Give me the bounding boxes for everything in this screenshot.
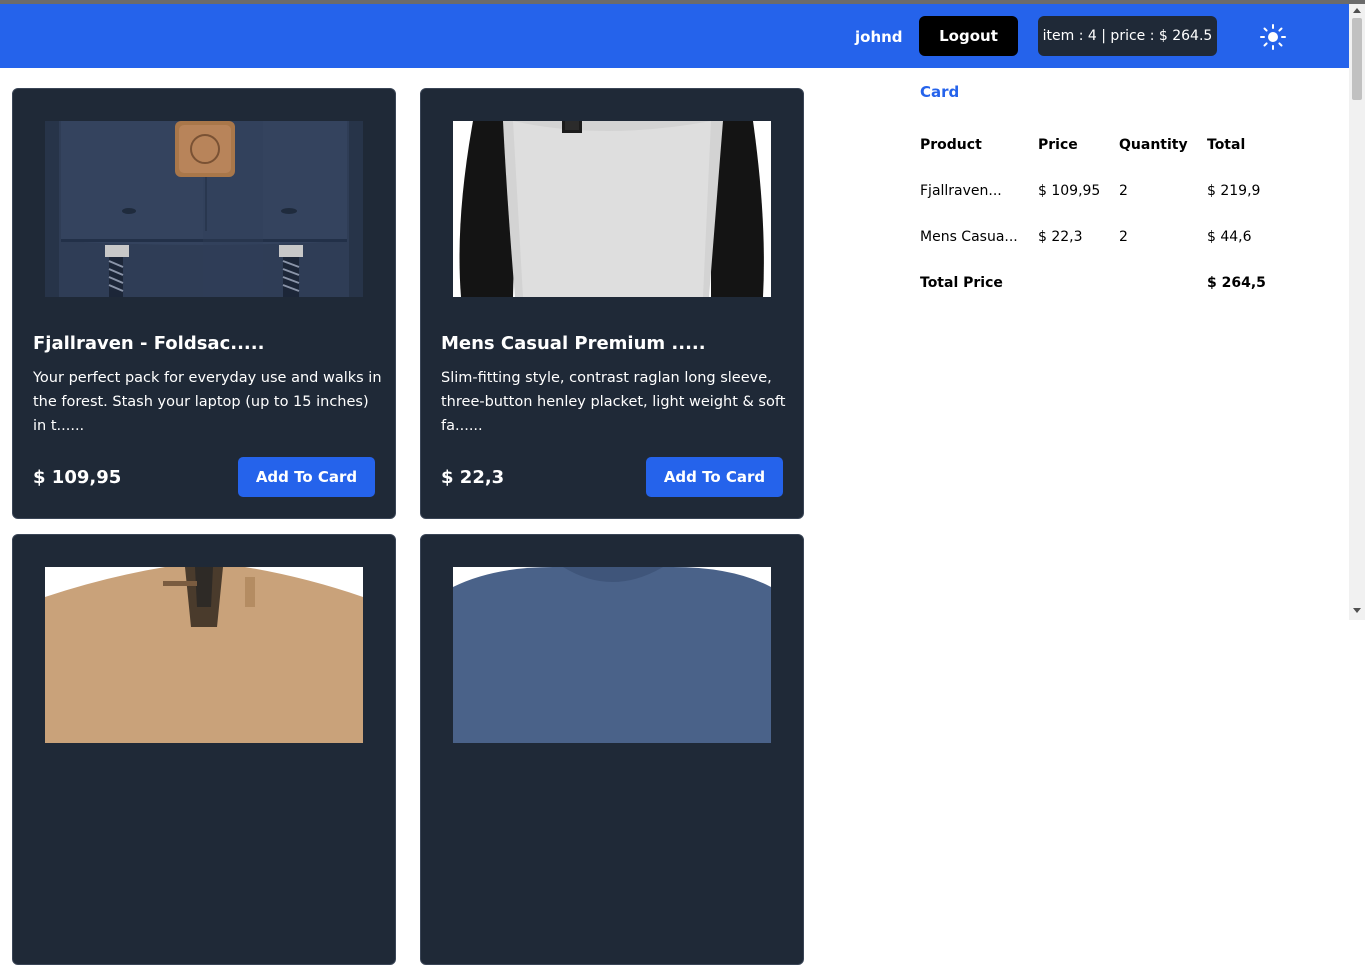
product-card: Mens Casual Premium ..... Slim-fitting s… [420,88,804,519]
total-price-value: $ 264,5 [1207,275,1266,291]
product-description: Your perfect pack for everyday use and w… [33,370,382,434]
column-header: Product [920,137,982,153]
jacket-image [45,567,363,743]
cart-title: Card [920,83,960,101]
scroll-down-icon[interactable] [1353,608,1361,613]
cell-price: $ 22,3 [1038,229,1083,245]
product-title: Fjallraven - Foldsac..... [33,333,265,354]
page-scrollbar[interactable] [1349,4,1365,620]
cell-product: Fjallraven... [920,183,1002,199]
product-title: Mens Casual Premium ..... [441,333,706,354]
tshirt-image [453,121,771,297]
cell-price: $ 109,95 [1038,183,1101,199]
logout-button[interactable]: Logout [919,16,1018,56]
product-card [420,534,804,965]
scroll-thumb[interactable] [1352,18,1362,100]
cart-total-row: Total Price $ 264,5 [920,275,1320,295]
product-price: $ 109,95 [33,467,122,488]
table-row: Fjallraven... $ 109,95 2 $ 219,9 [920,183,1320,203]
cart-header-row: Product Price Quantity Total [920,137,1320,157]
cart-summary-badge[interactable]: item : 4 | price : $ 264.5 [1038,16,1217,56]
column-header: Price [1038,137,1078,153]
sun-icon[interactable] [1258,22,1288,52]
column-header: Total [1207,137,1246,153]
add-to-cart-button[interactable]: Add To Card [238,457,375,497]
cell-total: $ 219,9 [1207,183,1261,199]
cell-quantity: 2 [1119,229,1128,245]
backpack-image [45,121,363,297]
username: johnd [855,28,903,46]
total-price-label: Total Price [920,275,1003,291]
cell-quantity: 2 [1119,183,1128,199]
navbar: johnd Logout item : 4 | price : $ 264.5 [0,4,1349,68]
add-to-cart-button[interactable]: Add To Card [646,457,783,497]
product-description: Slim-fitting style, contrast raglan long… [441,370,786,434]
tshirt-image [453,567,771,743]
column-header: Quantity [1119,137,1188,153]
product-card [12,534,396,965]
cell-total: $ 44,6 [1207,229,1252,245]
table-row: Mens Casua... $ 22,3 2 $ 44,6 [920,229,1320,249]
cell-product: Mens Casua... [920,229,1018,245]
product-price: $ 22,3 [441,467,505,488]
product-card: Fjallraven - Foldsac..... Your perfect p… [12,88,396,519]
scroll-up-icon[interactable] [1353,8,1361,13]
